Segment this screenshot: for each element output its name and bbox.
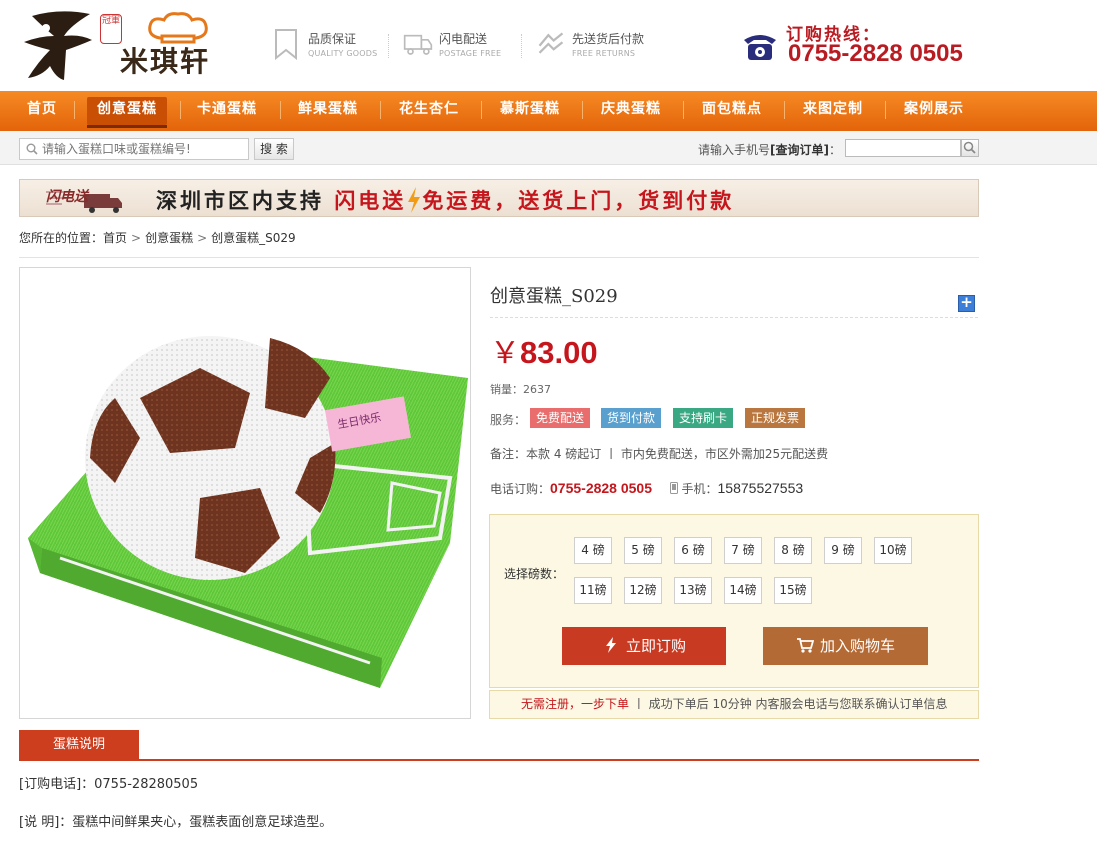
search-box [19, 138, 249, 160]
order-tip: 无需注册，一步下单 丨 成功下单后 10分钟 内客服会电话与您联系确认订单信息 [489, 690, 979, 719]
nav-item-mousse-cakes[interactable]: 慕斯蛋糕 [490, 91, 570, 131]
delivery-banner[interactable]: 闪电送 深圳市区内支持 闪电送 免运费，送货上门，货到付款 [19, 179, 979, 217]
size-option-6[interactable]: 6 磅 [674, 537, 712, 564]
nav-divider [885, 101, 886, 119]
nav-item-cases[interactable]: 案例展示 [894, 91, 974, 131]
size-option-14[interactable]: 14磅 [724, 577, 762, 604]
divider [521, 34, 522, 58]
nav-divider [683, 101, 684, 119]
hotline-number: 0755-2828 0505 [788, 40, 963, 67]
nav-item-cartoon-cakes[interactable]: 卡通蛋糕 [187, 91, 267, 131]
size-option-11[interactable]: 11磅 [574, 577, 612, 604]
search-icon [26, 143, 38, 155]
size-label: 选择磅数： [504, 567, 565, 581]
hotline: 订购热线： 0755-2828 0505 [742, 18, 992, 78]
sales-count: 销量：2637 [490, 383, 551, 396]
nav-item-creative-cakes[interactable]: 创意蛋糕 [87, 91, 167, 131]
nav-item-fruit-cakes[interactable]: 鲜果蛋糕 [288, 91, 368, 131]
order-query-button[interactable] [961, 139, 979, 157]
telephone-icon [744, 35, 776, 60]
breadcrumb-home[interactable]: 首页 [103, 231, 127, 245]
size-option-7[interactable]: 7 磅 [724, 537, 762, 564]
cart-icon [796, 638, 814, 653]
feature-title: 品质保证 [308, 32, 357, 46]
size-option-9[interactable]: 9 磅 [824, 537, 862, 564]
breadcrumb-category[interactable]: 创意蛋糕 [145, 231, 193, 245]
nav-divider [481, 101, 482, 119]
logo-mark-icon [24, 11, 92, 80]
service-invoice-badge: 正规发票 [745, 408, 806, 428]
order-phone-input[interactable] [845, 139, 961, 157]
feature-subtitle: QUALITY GOODS [308, 49, 378, 58]
tab-cake-description[interactable]: 蛋糕说明 [19, 730, 139, 760]
nav-item-custom-design[interactable]: 来图定制 [793, 91, 873, 131]
banner-badge: 闪电送 [46, 189, 88, 205]
nav-divider [380, 101, 381, 119]
feature-title: 闪电配送 [439, 32, 488, 46]
main-nav: 首页 创意蛋糕 卡通蛋糕 鲜果蛋糕 花生杏仁 慕斯蛋糕 庆典蛋糕 面包糕点 来图… [0, 91, 1097, 131]
add-to-cart-button[interactable]: 加入购物车 [763, 627, 928, 665]
order-query-label: 请输入手机号[查询订单]： [698, 143, 842, 157]
lightning-icon [408, 187, 421, 213]
breadcrumb: 您所在的位置：首页 > 创意蛋糕 > 创意蛋糕_S029 [19, 231, 296, 245]
size-options-panel: 选择磅数： 4 磅 5 磅 6 磅 7 磅 8 磅 9 磅 10磅 11磅 12… [489, 514, 979, 688]
truck-icon [403, 34, 433, 55]
bookmark-icon [275, 29, 297, 60]
divider [388, 34, 389, 58]
mobile-phone-icon [669, 482, 678, 494]
size-option-8[interactable]: 8 磅 [774, 537, 812, 564]
feature-subtitle: FREE RETURNS [572, 49, 636, 58]
search-button[interactable]: 搜 索 [254, 138, 294, 160]
product-title: 创意蛋糕_S029 [490, 286, 618, 307]
divider [490, 317, 978, 318]
nav-item-home[interactable]: 首页 [14, 91, 70, 131]
feature-subtitle: POSTAGE FREE [439, 49, 502, 58]
service-free-delivery-badge: 免费配送 [530, 408, 591, 428]
nav-divider [180, 101, 181, 119]
size-option-4[interactable]: 4 磅 [574, 537, 612, 564]
search-input[interactable] [42, 141, 242, 157]
size-option-15[interactable]: 15磅 [774, 577, 812, 604]
nav-item-bread-pastry[interactable]: 面包糕点 [692, 91, 772, 131]
share-plus-icon[interactable]: + [958, 295, 975, 312]
divider [19, 759, 979, 761]
lightning-icon [605, 637, 616, 653]
site-header: 冠軍 米琪轩 品质保证 QUALITY GOODS 闪电配送 POSTAGE F… [0, 0, 1097, 91]
soccer-cake-image: 生日快乐 [28, 336, 468, 688]
description-phone: [订购电话]：0755-28280505 [19, 777, 199, 792]
size-option-13[interactable]: 13磅 [674, 577, 712, 604]
nav-item-celebration-cakes[interactable]: 庆典蛋糕 [591, 91, 671, 131]
size-option-5[interactable]: 5 磅 [624, 537, 662, 564]
feature-title: 先送货后付款 [572, 32, 645, 46]
product-price: ￥83.00 [490, 335, 598, 371]
size-option-10[interactable]: 10磅 [874, 537, 912, 564]
banner-text: 深圳市区内支持 闪电送 免运费，送货上门，货到付款 [156, 187, 735, 213]
description-text: [说 明]：蛋糕中间鲜果夹心，蛋糕表面创意足球造型。 [19, 815, 333, 830]
nav-divider [74, 101, 75, 119]
return-icon [538, 32, 564, 54]
nav-divider [280, 101, 281, 119]
phone-order: 电话订购：0755-2828 0505 手机：15875527553 [490, 480, 804, 496]
nav-divider [582, 101, 583, 119]
product-image[interactable]: 生日快乐 [19, 267, 471, 719]
nav-divider [784, 101, 785, 119]
breadcrumb-label: 您所在的位置： [19, 231, 104, 245]
search-icon [963, 141, 976, 154]
nav-item-peanut-almond[interactable]: 花生杏仁 [389, 91, 469, 131]
size-option-12[interactable]: 12磅 [624, 577, 662, 604]
logo-seal: 冠軍 [100, 14, 122, 44]
divider [19, 257, 979, 258]
product-note: 备注：本款 4 磅起订 丨 市内免费配送，市区外需加25元配送费 [490, 447, 829, 461]
site-logo[interactable]: 冠軍 米琪轩 [20, 6, 230, 84]
brand-name: 米琪轩 [120, 45, 211, 78]
search-bar: 搜 索 请输入手机号[查询订单]： [0, 131, 1097, 165]
service-cod-badge: 货到付款 [601, 408, 662, 428]
buy-now-button[interactable]: 立即订购 [562, 627, 726, 665]
breadcrumb-current: 创意蛋糕_S029 [211, 231, 296, 245]
service-card-badge: 支持刷卡 [673, 408, 734, 428]
